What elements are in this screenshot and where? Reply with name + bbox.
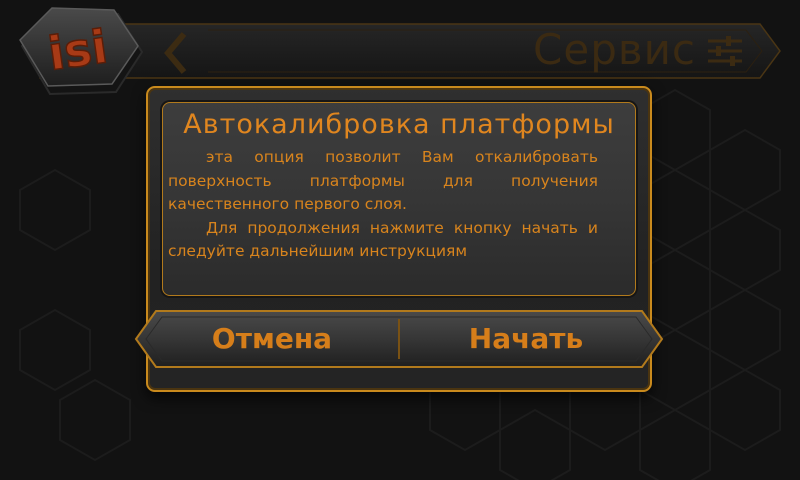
dialog-paragraph-1: эта опция позволит Вам откалибровать пов… — [168, 148, 598, 213]
dialog-body: эта опция позволит Вам откалибровать пов… — [168, 146, 598, 264]
sliders-icon[interactable] — [706, 33, 744, 69]
isi-logo: isi — [19, 7, 144, 96]
page-title: Сервис — [533, 25, 696, 74]
cancel-button-label[interactable]: Отмена — [156, 318, 388, 360]
logo-text: isi — [45, 19, 111, 81]
dialog-paragraph-2: Для продолжения нажмите кнопку начать и … — [168, 218, 598, 261]
dialog-title: Автокалибровка платформы — [183, 109, 615, 140]
start-button-label[interactable]: Начать — [410, 318, 642, 360]
back-chevron-icon[interactable] — [150, 28, 200, 78]
